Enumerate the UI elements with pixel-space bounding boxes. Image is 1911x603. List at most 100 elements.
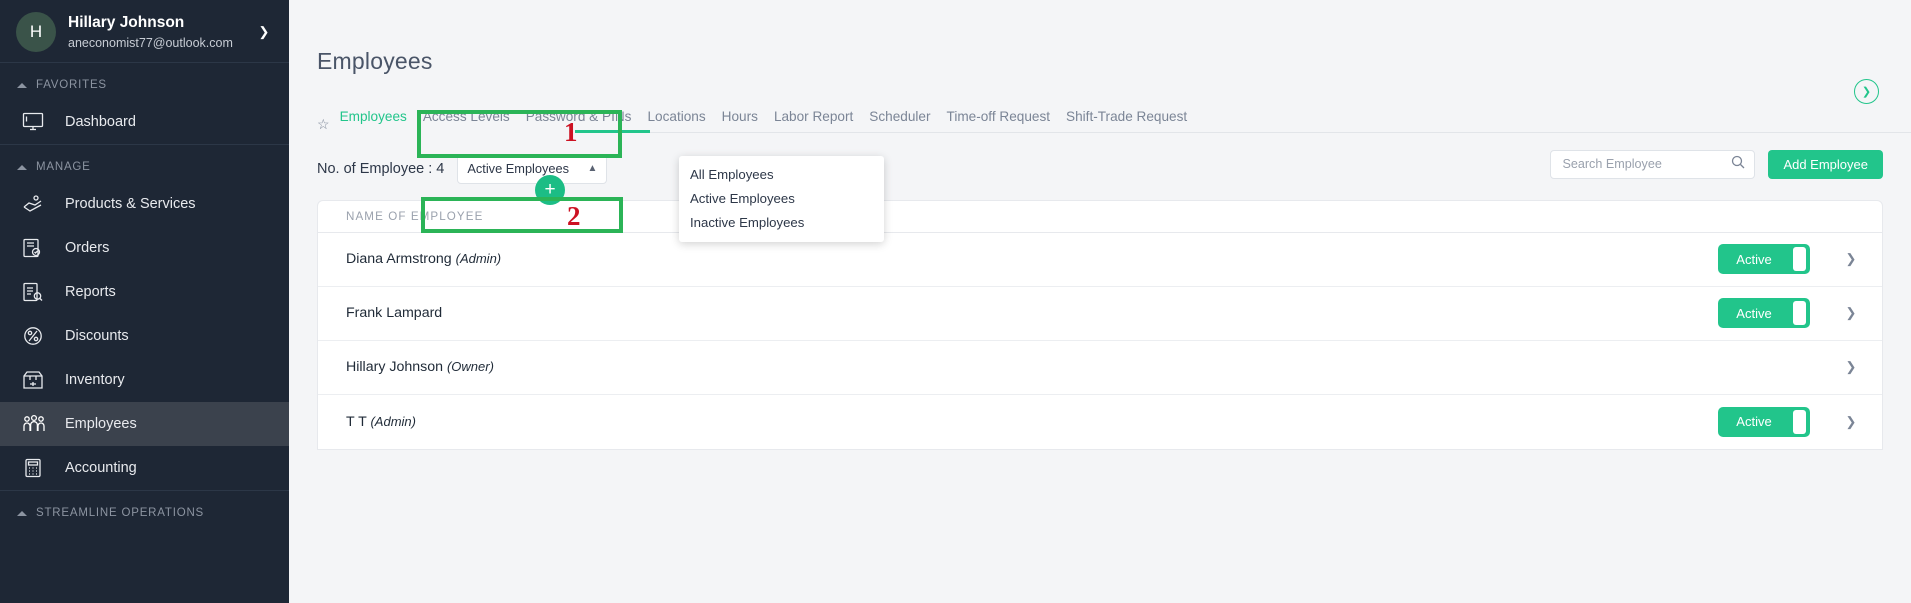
- triangle-up-icon: [17, 510, 27, 516]
- sidebar-item-dashboard[interactable]: Dashboard: [0, 100, 289, 144]
- chevron-down-icon[interactable]: ❯: [255, 24, 273, 40]
- add-row-button[interactable]: +: [535, 175, 565, 205]
- sidebar-item-label: Reports: [65, 284, 116, 300]
- filter-select-value: Active Employees: [467, 161, 570, 177]
- search-input[interactable]: [1560, 156, 1732, 173]
- annotation-number-1: 1: [564, 117, 578, 147]
- tab-shift-trade-request[interactable]: Shift-Trade Request: [1066, 109, 1187, 133]
- app-root: H Hillary Johnson aneconomist77@outlook.…: [0, 0, 1911, 603]
- add-employee-button[interactable]: Add Employee: [1768, 149, 1883, 179]
- annotation-number-2: 2: [567, 201, 581, 231]
- employee-role: (Admin): [370, 413, 416, 429]
- sidebar-group-label: FAVORITES: [36, 79, 107, 91]
- employee-role: (Admin): [455, 251, 502, 267]
- tab-hours[interactable]: Hours: [722, 109, 758, 133]
- chevron-down-icon[interactable]: ❯: [1842, 359, 1860, 375]
- sidebar-item-label: Inventory: [65, 372, 125, 388]
- dropdown-option-active-employees[interactable]: Active Employees: [679, 186, 884, 210]
- main-content: Employees ☆ Employees Access Levels Pass…: [289, 0, 1911, 603]
- search-icon[interactable]: [1731, 155, 1745, 174]
- profile-email: aneconomist77@outlook.com: [68, 35, 233, 50]
- tab-scheduler[interactable]: Scheduler: [869, 109, 930, 133]
- status-label: Active: [1736, 414, 1772, 430]
- tab-password-pins[interactable]: Password & PINs: [526, 109, 632, 133]
- employee-name: Diana Armstrong (Admin): [346, 251, 502, 268]
- triangle-up-icon: [17, 82, 27, 88]
- tab-employees[interactable]: Employees: [340, 109, 407, 133]
- sidebar-group-streamline-operations[interactable]: STREAMLINE OPERATIONS: [0, 491, 289, 528]
- tab-time-off-request[interactable]: Time-off Request: [947, 109, 1051, 133]
- toggle-knob: [1793, 409, 1806, 434]
- chevron-up-icon: ▲: [587, 163, 598, 175]
- inventory-box-icon: [22, 368, 48, 392]
- tab-access-levels[interactable]: Access Levels: [423, 109, 510, 133]
- toggle-knob: [1793, 301, 1806, 326]
- dropdown-option-all-employees[interactable]: All Employees: [679, 162, 884, 186]
- status-toggle[interactable]: Active: [1718, 298, 1810, 329]
- table-row[interactable]: Frank Lampard Active ❯: [318, 287, 1882, 341]
- avatar: H: [16, 12, 56, 52]
- status-toggle-placeholder: [1718, 352, 1810, 382]
- sidebar-item-reports[interactable]: Reports: [0, 270, 289, 314]
- status-toggle[interactable]: Active: [1718, 244, 1810, 275]
- chevron-down-circle-icon[interactable]: ❯: [1854, 79, 1879, 104]
- table-row[interactable]: Diana Armstrong (Admin) Active ❯: [318, 233, 1882, 287]
- percent-badge-icon: [22, 324, 48, 348]
- employee-name: Hillary Johnson (Owner): [346, 359, 494, 376]
- filter-select[interactable]: Active Employees ▲: [457, 153, 608, 184]
- sidebar-item-label: Dashboard: [65, 114, 136, 130]
- profile-name: Hillary Johnson: [68, 14, 185, 32]
- employee-name: Frank Lampard: [346, 305, 443, 322]
- star-outline-icon[interactable]: ☆: [317, 117, 330, 133]
- sidebar-group-favorites[interactable]: FAVORITES: [0, 63, 289, 100]
- toggle-knob: [1793, 247, 1806, 272]
- sidebar-item-discounts[interactable]: Discounts: [0, 314, 289, 358]
- sidebar-item-label: Orders: [65, 240, 110, 256]
- sidebar-group-label: STREAMLINE OPERATIONS: [36, 507, 205, 519]
- status-toggle[interactable]: Active: [1718, 406, 1810, 437]
- sidebar-item-label: Discounts: [65, 328, 129, 344]
- tab-labor-report[interactable]: Labor Report: [774, 109, 853, 133]
- tab-locations[interactable]: Locations: [647, 109, 705, 133]
- people-icon: [22, 412, 48, 436]
- chevron-down-icon[interactable]: ❯: [1842, 414, 1860, 430]
- orders-icon: [22, 236, 48, 260]
- status-label: Active: [1736, 305, 1772, 321]
- monitor-icon: [22, 110, 48, 134]
- employee-name: T T (Admin): [346, 413, 416, 430]
- triangle-up-icon: [17, 164, 27, 170]
- column-header-name-of-employee: NAME OF EMPLOYEE: [346, 209, 484, 223]
- calculator-icon: [22, 456, 48, 480]
- table-row[interactable]: T T (Admin) Active ❯: [318, 395, 1882, 449]
- sidebar-item-label: Employees: [65, 416, 137, 432]
- chevron-down-icon[interactable]: ❯: [1842, 251, 1860, 267]
- sidebar-group-label: MANAGE: [36, 161, 91, 173]
- table-row[interactable]: Hillary Johnson (Owner) ❯: [318, 341, 1882, 395]
- page-title: Employees: [317, 48, 433, 75]
- user-profile[interactable]: H Hillary Johnson aneconomist77@outlook.…: [0, 0, 289, 62]
- sidebar-item-orders[interactable]: Orders: [0, 226, 289, 270]
- employee-role: (Owner): [446, 359, 494, 375]
- toolbar: No. of Employee : 4 Active Employees ▲ A…: [289, 133, 1911, 191]
- sidebar-item-accounting[interactable]: Accounting: [0, 446, 289, 490]
- dropdown-option-inactive-employees[interactable]: Inactive Employees: [679, 210, 884, 234]
- sidebar-item-employees[interactable]: Employees: [0, 402, 289, 446]
- sidebar-item-products-services[interactable]: Products & Services: [0, 182, 289, 226]
- tab-bar: ☆ Employees Access Levels Password & PIN…: [289, 91, 1911, 133]
- profile-text: Hillary Johnson aneconomist77@outlook.co…: [68, 13, 255, 51]
- table-header-row: NAME OF EMPLOYEE: [318, 201, 1882, 233]
- sidebar: H Hillary Johnson aneconomist77@outlook.…: [0, 0, 289, 603]
- filter-dropdown-menu: All Employees Active Employees Inactive …: [679, 156, 884, 242]
- sidebar-item-inventory[interactable]: Inventory: [0, 358, 289, 402]
- employee-count-label: No. of Employee : 4: [317, 160, 445, 177]
- search-employee-field[interactable]: [1550, 149, 1756, 179]
- toolbar-right: Add Employee: [1550, 149, 1883, 179]
- employees-table: NAME OF EMPLOYEE Diana Armstrong (Admin)…: [317, 199, 1883, 450]
- chevron-down-icon[interactable]: ❯: [1842, 305, 1860, 321]
- sidebar-item-label: Accounting: [65, 460, 137, 476]
- sidebar-item-label: Products & Services: [65, 196, 196, 212]
- status-label: Active: [1736, 251, 1772, 267]
- sidebar-group-manage[interactable]: MANAGE: [0, 145, 289, 182]
- products-icon: [22, 192, 48, 216]
- reports-icon: [22, 280, 48, 304]
